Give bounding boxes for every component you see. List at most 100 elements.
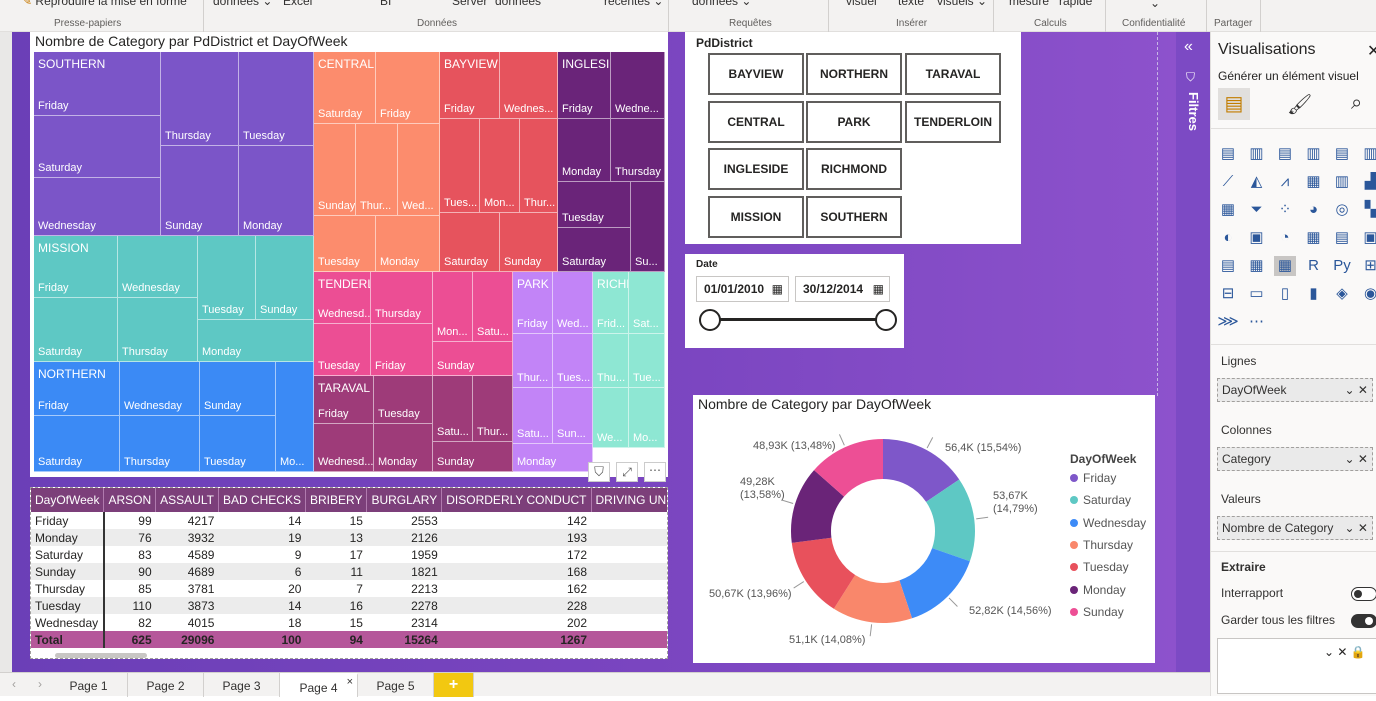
ribbon-chart-icon[interactable]: ▟ (1360, 172, 1376, 192)
more-options-icon[interactable]: ⋯ (644, 462, 666, 482)
treemap-tile[interactable]: Thur... (520, 119, 558, 213)
start-date-input[interactable]: 01/01/2010▦ (696, 276, 789, 302)
ribbon-btn-transform[interactable]: données ⌄ (692, 0, 751, 8)
slicer-button[interactable]: SOUTHERN (806, 196, 902, 238)
treemap-tile[interactable]: Sat... (629, 272, 665, 334)
treemap-tile[interactable]: Tuesday (200, 416, 276, 472)
treemap-tile[interactable]: Tues... (553, 334, 593, 388)
treemap-tile[interactable]: Sunday (256, 236, 314, 320)
treemap-tile[interactable]: Sunday (433, 442, 513, 472)
legend-item[interactable]: Monday (1070, 583, 1126, 597)
matrix-visual[interactable]: DayOfWeekARSONASSAULTBAD CHECKSBRIBERYBU… (30, 487, 668, 659)
tab-page-5[interactable]: Page 5 (358, 673, 434, 697)
clustered-column-icon[interactable]: ▥ (1303, 144, 1325, 164)
100-column-icon[interactable]: ▥ (1360, 144, 1376, 164)
treemap-tile[interactable]: SOUTHERNFriday (34, 52, 161, 116)
legend-item[interactable]: Saturday (1070, 493, 1131, 507)
slicer-button[interactable]: TARAVAL (905, 53, 1001, 95)
treemap-tile[interactable]: MISSIONFriday (34, 236, 118, 298)
collapse-pane-icon[interactable]: « (1184, 38, 1193, 56)
treemap-tile[interactable]: Mon... (433, 272, 473, 342)
waterfall-icon[interactable]: ▦ (1217, 200, 1239, 220)
treemap-tile[interactable]: Wedne... (611, 52, 665, 119)
treemap-tile[interactable]: Satu... (433, 376, 473, 442)
treemap-tile[interactable]: Sunday (161, 146, 239, 236)
treemap-tile[interactable]: Wed... (553, 272, 593, 334)
stacked-bar-icon[interactable]: ▤ (1217, 144, 1239, 164)
treemap-tile[interactable]: Mo... (276, 362, 314, 472)
chevron-close-icon[interactable]: ⌄ ✕ (1345, 379, 1368, 401)
clustered-bar-icon[interactable]: ▤ (1274, 144, 1296, 164)
analytics-icon[interactable]: ⌕ (1351, 92, 1362, 115)
ribbon-btn-recent[interactable]: récentes ⌄ (604, 0, 663, 8)
values-field-well[interactable]: Nombre de Category⌄ ✕ (1217, 516, 1373, 540)
stacked-area-icon[interactable]: ⩘ (1274, 172, 1296, 192)
calendar-icon[interactable]: ▦ (772, 277, 783, 301)
ribbon-format-painter[interactable]: ✎ Reproduire la mise en forme (22, 0, 187, 8)
treemap-visual[interactable]: Nombre de Category par PdDistrict et Day… (30, 32, 668, 477)
key-influencers-icon[interactable]: ◉ (1360, 284, 1376, 304)
column-header[interactable]: ARSON (104, 488, 156, 512)
range-start-handle[interactable] (699, 309, 721, 331)
tab-page-2[interactable]: Page 2 (128, 673, 204, 697)
treemap-tile[interactable]: Thur... (356, 124, 398, 216)
treemap-tile[interactable]: Su... (631, 182, 665, 272)
treemap-tile[interactable]: Satu... (513, 388, 553, 444)
ribbon-sensitivity-chevron-icon[interactable]: ⌄ (1150, 0, 1160, 10)
calendar-icon[interactable]: ▦ (873, 277, 884, 301)
treemap-tile[interactable]: Wednesday (34, 178, 161, 236)
legend-item[interactable]: Sunday (1070, 605, 1124, 619)
slicer-button[interactable]: NORTHERN (806, 53, 902, 95)
ribbon-btn-excel[interactable]: Excel (283, 0, 312, 8)
treemap-tile[interactable]: RICHMONDFrid... (593, 272, 629, 334)
ribbon-btn-visual[interactable]: visuel (846, 0, 877, 8)
rows-field-well[interactable]: DayOfWeek⌄ ✕ (1217, 378, 1373, 402)
multirow-card-icon[interactable]: ▤ (1331, 228, 1353, 248)
treemap-tile[interactable]: Thursday (118, 298, 198, 362)
treemap-tile[interactable]: CENTRALSaturday (314, 52, 376, 124)
ribbon-btn-bi[interactable]: BI (380, 0, 391, 8)
treemap-tile[interactable]: Wednesday (118, 236, 198, 298)
next-page-icon[interactable]: › (38, 677, 42, 691)
treemap-tile[interactable]: Sunday (314, 124, 356, 216)
slicer-button[interactable]: TENDERLOIN (905, 101, 1001, 143)
table-icon[interactable]: ▦ (1246, 256, 1268, 276)
legend-item[interactable]: Friday (1070, 471, 1116, 485)
focus-mode-icon[interactable]: ⤢ (616, 462, 638, 482)
treemap-tile[interactable]: Saturday (558, 228, 631, 272)
treemap-tile[interactable]: Thursday (611, 119, 665, 182)
slicer-button[interactable]: RICHMOND (806, 148, 902, 190)
r-visual-icon[interactable]: R (1303, 256, 1325, 276)
treemap-tile[interactable]: Tuesday (314, 324, 371, 376)
tab-page-4[interactable]: Page 4× (280, 673, 358, 697)
horizontal-scrollbar[interactable] (55, 653, 147, 658)
treemap-tile[interactable]: TENDERLOINWednesd... (314, 272, 371, 324)
treemap-tile[interactable]: Friday (371, 324, 433, 376)
treemap-tile[interactable]: Monday (198, 320, 314, 362)
slicer-button[interactable]: MISSION (708, 196, 804, 238)
ribbon-btn-enter-data[interactable]: données (495, 0, 541, 8)
treemap-tile[interactable]: Mon... (480, 119, 520, 213)
power-apps-icon[interactable]: ▮ (1303, 284, 1325, 304)
filled-map-icon[interactable]: ▣ (1246, 228, 1268, 248)
get-more-visuals-icon[interactable]: ⋙ (1217, 312, 1239, 332)
filter-icon[interactable]: ⛉ (588, 462, 610, 482)
column-header[interactable]: BRIBERY (305, 488, 366, 512)
treemap-tile[interactable]: NORTHERNFriday (34, 362, 120, 416)
treemap-tile[interactable]: Mo... (629, 388, 665, 448)
column-header[interactable]: ASSAULT (156, 488, 219, 512)
treemap-tile[interactable]: Saturday (34, 116, 161, 178)
treemap-tile[interactable]: Tuesday (314, 216, 376, 272)
treemap-tile[interactable]: Thursday (161, 52, 239, 146)
treemap-tile[interactable]: Thu... (593, 334, 629, 388)
treemap-tile[interactable]: Thursday (371, 272, 433, 324)
ribbon-btn-quick[interactable]: rapide (1059, 0, 1092, 8)
treemap-tile[interactable]: Satu... (473, 272, 513, 342)
treemap-tile[interactable]: Monday (376, 216, 440, 272)
100-bar-icon[interactable]: ▤ (1331, 144, 1353, 164)
treemap-tile[interactable]: Wed... (398, 124, 440, 216)
qa-icon[interactable]: ⊟ (1217, 284, 1239, 304)
gauge-icon[interactable]: ◔ (1274, 228, 1296, 248)
add-page-button[interactable]: + (434, 673, 474, 697)
slicer-button[interactable]: CENTRAL (708, 101, 804, 143)
